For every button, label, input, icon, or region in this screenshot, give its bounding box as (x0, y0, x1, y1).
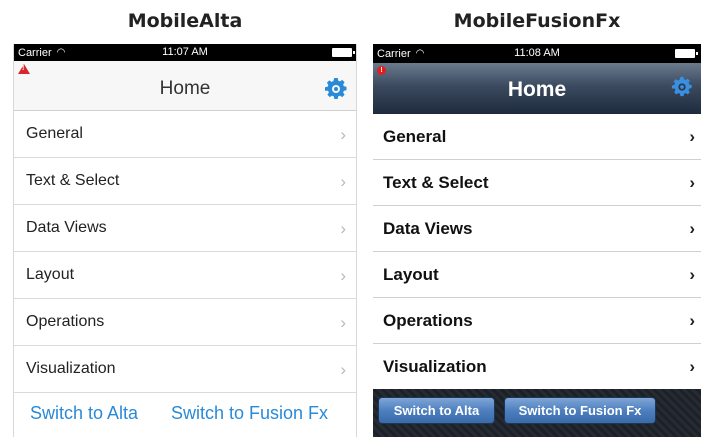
gear-icon[interactable] (671, 76, 693, 98)
gear-icon[interactable] (324, 77, 348, 101)
battery-icon (332, 48, 355, 57)
status-bar: Carrier ◠ 11:07 AM (14, 44, 356, 61)
page-title: Home (159, 78, 211, 99)
alta-phone-screen: Carrier ◠ 11:07 AM ! Home General › Text … (13, 44, 357, 437)
chevron-right-icon: › (689, 173, 695, 192)
list-item-label: Operations (383, 310, 473, 330)
list-item-label: Operations (26, 313, 105, 330)
list-item-label: Visualization (383, 356, 487, 376)
chevron-right-icon: › (689, 219, 695, 238)
nav-bar: ! Home (373, 63, 701, 114)
menu-list: General › Text & Select › Data Views › Layo… (14, 111, 356, 393)
switch-to-fusion-button[interactable]: Switch to Fusion Fx (504, 397, 656, 424)
list-item-visualization[interactable]: Visualization › (14, 346, 356, 393)
status-bar: Carrier ◠ 11:08 AM (373, 44, 701, 63)
list-item-label: Visualization (26, 360, 116, 377)
chevron-right-icon: › (340, 266, 346, 285)
list-item-label: General (26, 125, 83, 142)
heading-mobile-alta: MobileAlta (127, 10, 243, 32)
chevron-right-icon: › (689, 265, 695, 284)
nav-bar: ! Home (14, 61, 356, 111)
battery-icon (675, 49, 698, 58)
menu-list: General › Text & Select › Data Views › Layo… (373, 114, 701, 390)
error-icon[interactable]: ! (377, 66, 386, 75)
chevron-right-icon: › (689, 357, 695, 376)
list-item-layout[interactable]: Layout › (14, 252, 356, 299)
chevron-right-icon: › (689, 127, 695, 146)
warning-icon[interactable]: ! (18, 64, 30, 74)
list-item-general[interactable]: General › (373, 114, 701, 160)
clock-time: 11:07 AM (162, 46, 208, 58)
footer-toolbar: Switch to Alta Switch to Fusion Fx (373, 389, 701, 437)
footer-toolbar: Switch to Alta Switch to Fusion Fx (14, 391, 356, 437)
list-item-visualization[interactable]: Visualization › (373, 344, 701, 390)
list-item-layout[interactable]: Layout › (373, 252, 701, 298)
chevron-right-icon: › (340, 313, 346, 332)
chevron-right-icon: › (340, 172, 346, 191)
list-item-text-select[interactable]: Text & Select › (373, 160, 701, 206)
switch-to-alta-link[interactable]: Switch to Alta (30, 403, 138, 424)
chevron-right-icon: › (340, 219, 346, 238)
switch-to-fusion-link[interactable]: Switch to Fusion Fx (171, 403, 328, 424)
chevron-right-icon: › (689, 311, 695, 330)
list-item-general[interactable]: General › (14, 111, 356, 158)
list-item-label: Text & Select (383, 172, 489, 192)
list-item-label: Text & Select (26, 172, 120, 189)
switch-to-alta-button[interactable]: Switch to Alta (378, 397, 495, 424)
list-item-label: Data Views (26, 219, 107, 236)
chevron-right-icon: › (340, 125, 346, 144)
list-item-label: Data Views (383, 218, 473, 238)
list-item-label: Layout (26, 266, 75, 283)
list-item-operations[interactable]: Operations › (14, 299, 356, 346)
chevron-right-icon: › (340, 360, 346, 379)
clock-time: 11:08 AM (514, 47, 560, 59)
list-item-data-views[interactable]: Data Views › (373, 206, 701, 252)
list-item-operations[interactable]: Operations › (373, 298, 701, 344)
list-item-text-select[interactable]: Text & Select › (14, 158, 356, 205)
fusion-phone-screen: Carrier ◠ 11:08 AM ! Home General › Text … (373, 44, 701, 437)
list-item-data-views[interactable]: Data Views › (14, 205, 356, 252)
heading-mobile-fusion-fx: MobileFusionFx (453, 10, 621, 32)
page-title: Home (507, 78, 567, 101)
list-item-label: Layout (383, 264, 439, 284)
list-item-label: General (383, 126, 447, 146)
